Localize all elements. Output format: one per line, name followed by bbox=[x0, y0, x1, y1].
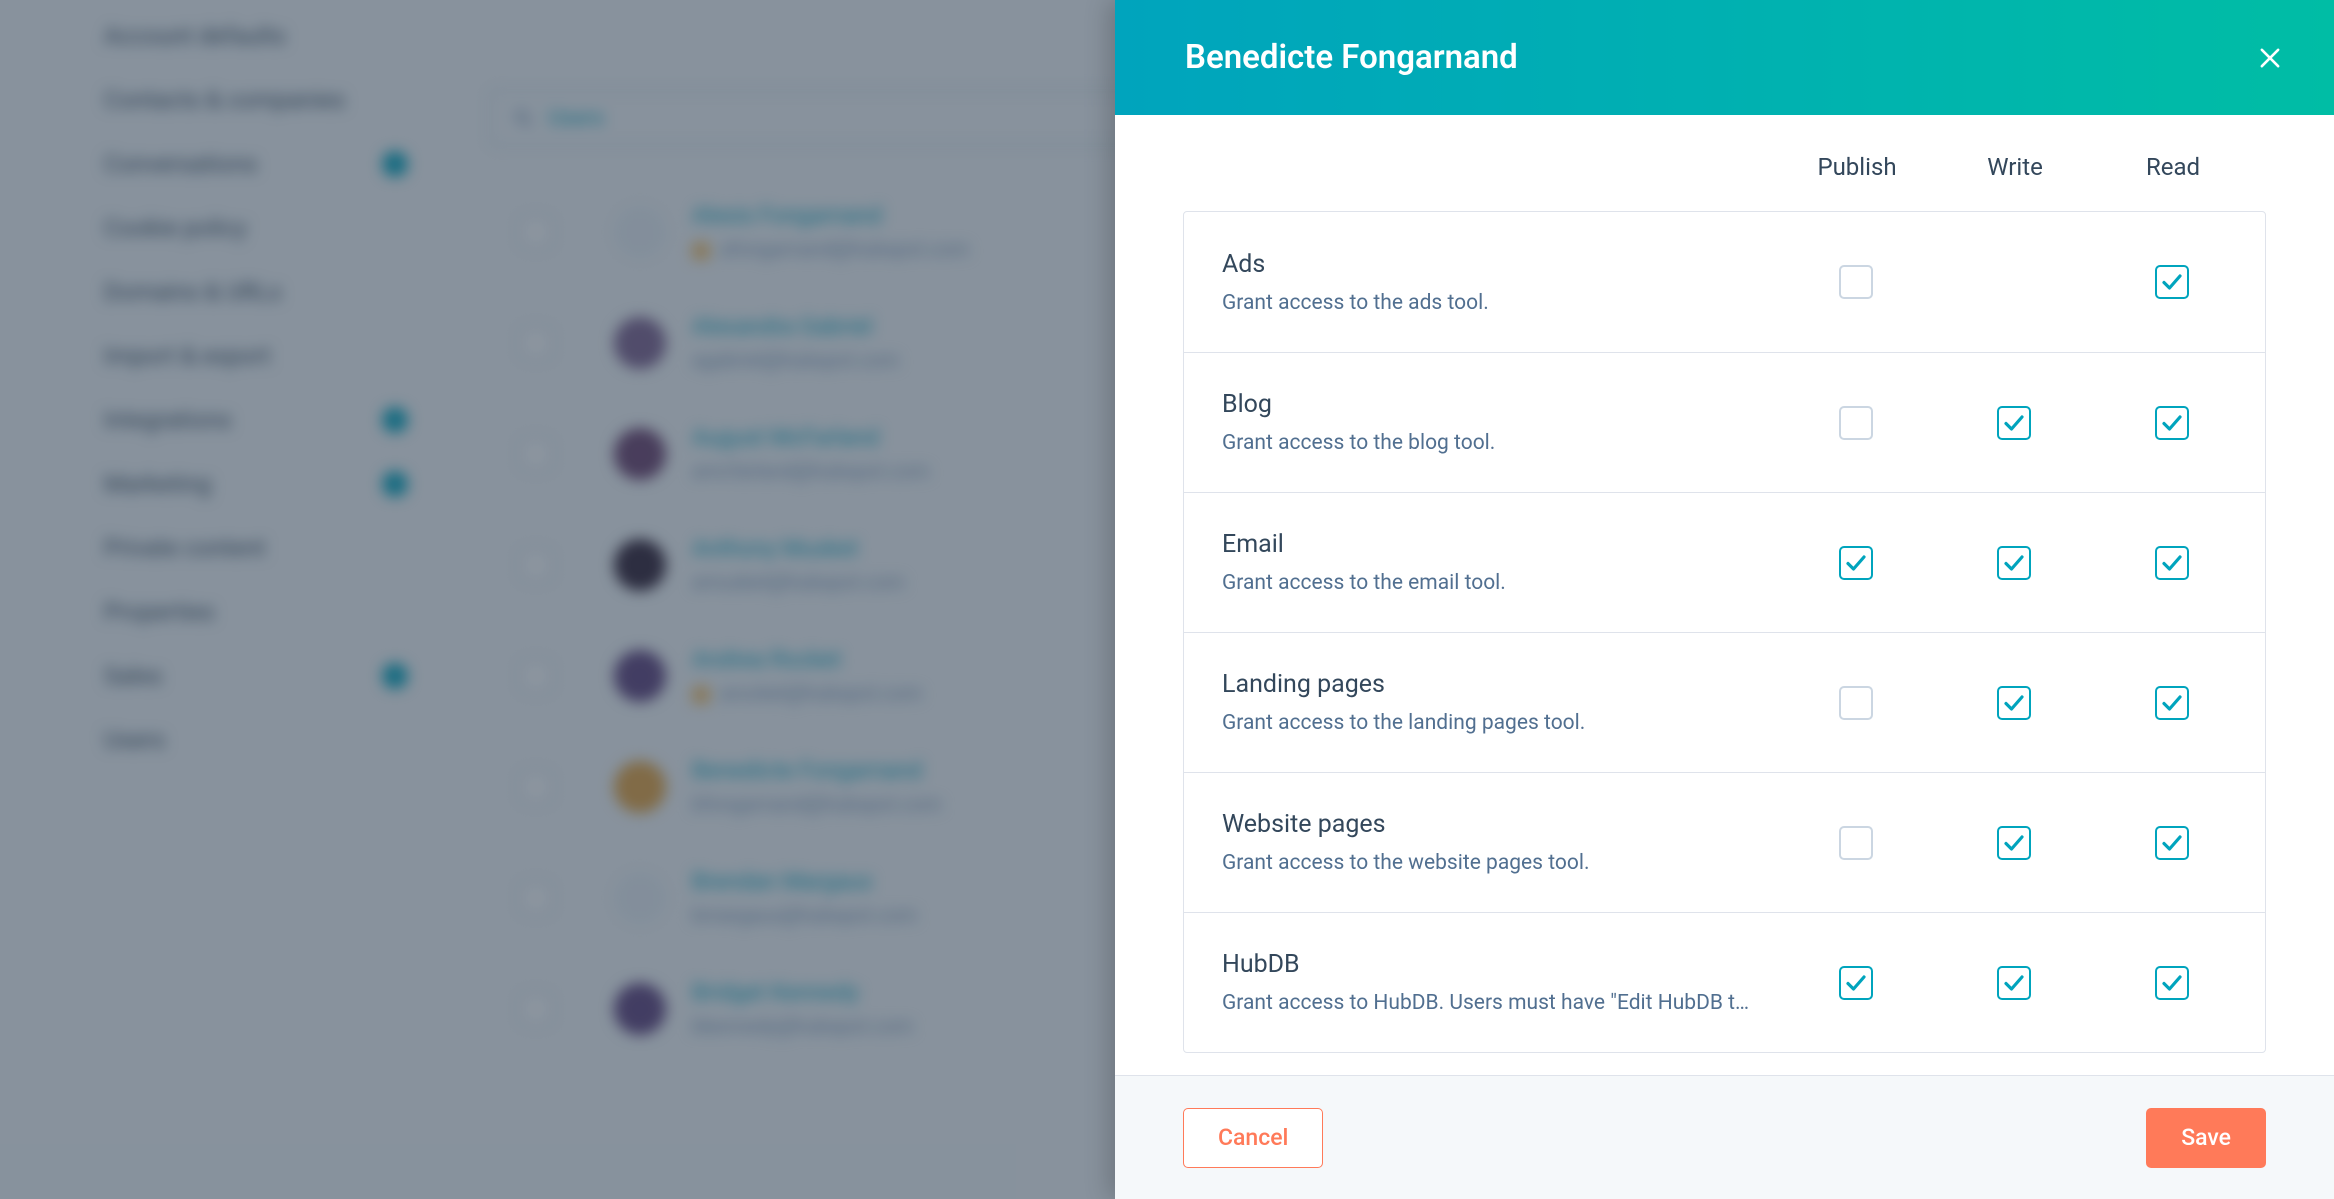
save-button[interactable]: Save bbox=[2146, 1108, 2266, 1168]
close-icon[interactable] bbox=[2248, 36, 2292, 80]
checkbox-email-publish[interactable] bbox=[1839, 546, 1873, 580]
col-read: Read bbox=[2094, 153, 2252, 181]
perm-desc: Grant access to the landing pages tool. bbox=[1222, 711, 1757, 735]
checkbox-landing-publish[interactable] bbox=[1839, 686, 1873, 720]
checkbox-blog-write[interactable] bbox=[1997, 406, 2031, 440]
checkbox-landing-read[interactable] bbox=[2155, 686, 2189, 720]
perm-row-email: Email Grant access to the email tool. bbox=[1184, 492, 2265, 632]
permission-column-headers: Publish Write Read bbox=[1183, 115, 2266, 211]
checkbox-website-read[interactable] bbox=[2155, 826, 2189, 860]
perm-desc: Grant access to the blog tool. bbox=[1222, 431, 1757, 455]
perm-title: Website pages bbox=[1222, 810, 1757, 839]
modal-footer: Cancel Save bbox=[1115, 1075, 2334, 1199]
perm-title: Ads bbox=[1222, 250, 1757, 279]
perm-desc: Grant access to the ads tool. bbox=[1222, 291, 1757, 315]
perm-row-website: Website pages Grant access to the websit… bbox=[1184, 772, 2265, 912]
checkbox-email-read[interactable] bbox=[2155, 546, 2189, 580]
col-write: Write bbox=[1936, 153, 2094, 181]
perm-desc: Grant access to the website pages tool. bbox=[1222, 851, 1757, 875]
perm-title: HubDB bbox=[1222, 950, 1757, 979]
checkbox-hubdb-read[interactable] bbox=[2155, 966, 2189, 1000]
checkbox-ads-publish[interactable] bbox=[1839, 265, 1873, 299]
perm-title: Blog bbox=[1222, 390, 1757, 419]
perm-row-ads: Ads Grant access to the ads tool. bbox=[1184, 212, 2265, 352]
checkbox-blog-read[interactable] bbox=[2155, 406, 2189, 440]
modal-title: Benedicte Fongarnand bbox=[1185, 38, 1518, 77]
cancel-button[interactable]: Cancel bbox=[1183, 1108, 1323, 1168]
permissions-table: Ads Grant access to the ads tool. Blog G… bbox=[1183, 211, 2266, 1053]
checkbox-website-write[interactable] bbox=[1997, 826, 2031, 860]
checkbox-ads-read[interactable] bbox=[2155, 265, 2189, 299]
perm-row-landing: Landing pages Grant access to the landin… bbox=[1184, 632, 2265, 772]
perm-title: Landing pages bbox=[1222, 670, 1757, 699]
checkbox-hubdb-write[interactable] bbox=[1997, 966, 2031, 1000]
modal-body: Publish Write Read Ads Grant access to t… bbox=[1115, 115, 2334, 1075]
perm-desc: Grant access to the email tool. bbox=[1222, 571, 1757, 595]
perm-row-hubdb: HubDB Grant access to HubDB. Users must … bbox=[1184, 912, 2265, 1052]
checkbox-email-write[interactable] bbox=[1997, 546, 2031, 580]
col-publish: Publish bbox=[1778, 153, 1936, 181]
user-permissions-modal: Benedicte Fongarnand Publish Write Read … bbox=[1115, 0, 2334, 1199]
modal-header: Benedicte Fongarnand bbox=[1115, 0, 2334, 115]
perm-desc: Grant access to HubDB. Users must have "… bbox=[1222, 991, 1757, 1015]
checkbox-hubdb-publish[interactable] bbox=[1839, 966, 1873, 1000]
perm-row-blog: Blog Grant access to the blog tool. bbox=[1184, 352, 2265, 492]
perm-title: Email bbox=[1222, 530, 1757, 559]
checkbox-landing-write[interactable] bbox=[1997, 686, 2031, 720]
checkbox-website-publish[interactable] bbox=[1839, 826, 1873, 860]
checkbox-blog-publish[interactable] bbox=[1839, 406, 1873, 440]
